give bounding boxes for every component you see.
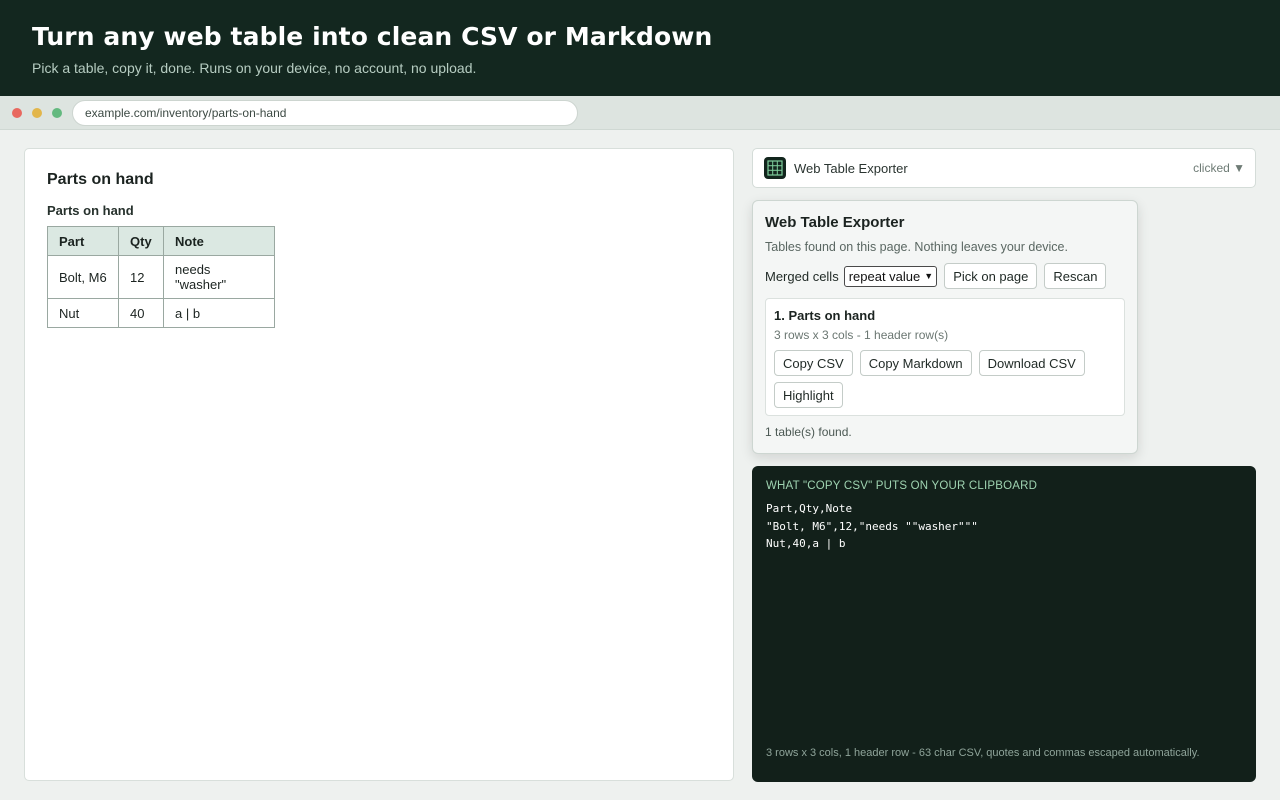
clipboard-preview-code: Part,Qty,Note "Bolt, M6",12,"needs ""was…	[766, 500, 1242, 553]
highlight-button[interactable]: Highlight	[774, 382, 843, 408]
found-table-name: 1. Parts on hand	[774, 308, 876, 323]
tables-found-status: 1 table(s) found.	[765, 425, 852, 439]
chevron-down-icon: ▼	[924, 271, 934, 281]
table-header-cell: Qty	[118, 226, 164, 256]
hero-subtitle: Pick a table, copy it, done. Runs on you…	[32, 60, 477, 76]
download-csv-button[interactable]: Download CSV	[978, 350, 1085, 376]
table-cell: a | b	[163, 298, 275, 328]
extension-state-label: clicked ▼	[1193, 161, 1245, 175]
hero-title: Turn any web table into clean CSV or Mar…	[32, 22, 713, 51]
clipboard-preview-label: WHAT "COPY CSV" PUTS ON YOUR CLIPBOARD	[766, 480, 1038, 492]
table-cell: Bolt, M6	[47, 255, 119, 299]
found-table-card: 1. Parts on hand 3 rows x 3 cols - 1 hea…	[765, 298, 1125, 416]
table-header-cell: Part	[47, 226, 119, 256]
window-maximize-dot[interactable]	[52, 108, 62, 118]
window-minimize-dot[interactable]	[32, 108, 42, 118]
table-cell: needs "washer"	[163, 255, 275, 299]
table-cell: Nut	[47, 298, 119, 328]
table-cell: 12	[118, 255, 164, 299]
popup-subtitle: Tables found on this page. Nothing leave…	[765, 240, 1068, 254]
copy-markdown-button[interactable]: Copy Markdown	[859, 350, 972, 376]
web-page-content: Parts on hand Parts on hand Part Qty Not…	[24, 148, 734, 781]
browser-toolbar: example.com/inventory/parts-on-hand	[0, 96, 1280, 130]
table-row: Bolt, M6 12 needs "washer"	[47, 255, 275, 299]
address-bar[interactable]: example.com/inventory/parts-on-hand	[72, 100, 578, 126]
table-actions: Copy CSV Copy Markdown Download CSV High…	[774, 350, 1116, 408]
popup-title: Web Table Exporter	[765, 214, 905, 231]
table-header-cell: Note	[163, 226, 275, 256]
found-table-meta: 3 rows x 3 cols - 1 header row(s)	[774, 328, 949, 342]
csv-line: Part,Qty,Note	[766, 502, 853, 515]
table-row: Nut 40 a | b	[47, 298, 275, 328]
clipboard-preview-footer: 3 rows x 3 cols, 1 header row - 63 char …	[766, 747, 1200, 759]
hero-banner: Turn any web table into clean CSV or Mar…	[0, 0, 1280, 96]
merged-cells-label: Merged cells	[765, 268, 839, 284]
csv-line: "Bolt, M6",12,"needs ""washer"""	[766, 519, 978, 533]
csv-line: Nut,40,a | b	[766, 537, 846, 550]
extension-popup: Web Table Exporter Tables found on this …	[752, 200, 1138, 454]
pick-on-page-button[interactable]: Pick on page	[944, 263, 1038, 289]
copy-csv-button[interactable]: Copy CSV	[774, 350, 853, 376]
window-close-dot[interactable]	[12, 108, 22, 118]
merged-cells-select[interactable]: repeat value ▼	[843, 265, 938, 287]
extension-toolbar-button[interactable]: Web Table Exporter clicked ▼	[752, 148, 1256, 188]
page-heading: Parts on hand	[47, 171, 154, 188]
clipboard-preview-panel: WHAT "COPY CSV" PUTS ON YOUR CLIPBOARD P…	[752, 466, 1256, 782]
rescan-button[interactable]: Rescan	[1044, 263, 1107, 289]
popup-controls: Merged cells repeat value ▼ Pick on page…	[765, 263, 1125, 289]
table-cell: 40	[118, 298, 164, 328]
extension-name: Web Table Exporter	[794, 161, 908, 176]
parts-table: Part Qty Note Bolt, M6 12 needs "washer"…	[47, 226, 275, 328]
merged-cells-value: repeat value	[848, 268, 921, 284]
table-caption: Parts on hand	[47, 203, 134, 218]
grid-table-icon	[764, 157, 786, 179]
table-header-row: Part Qty Note	[47, 226, 275, 256]
